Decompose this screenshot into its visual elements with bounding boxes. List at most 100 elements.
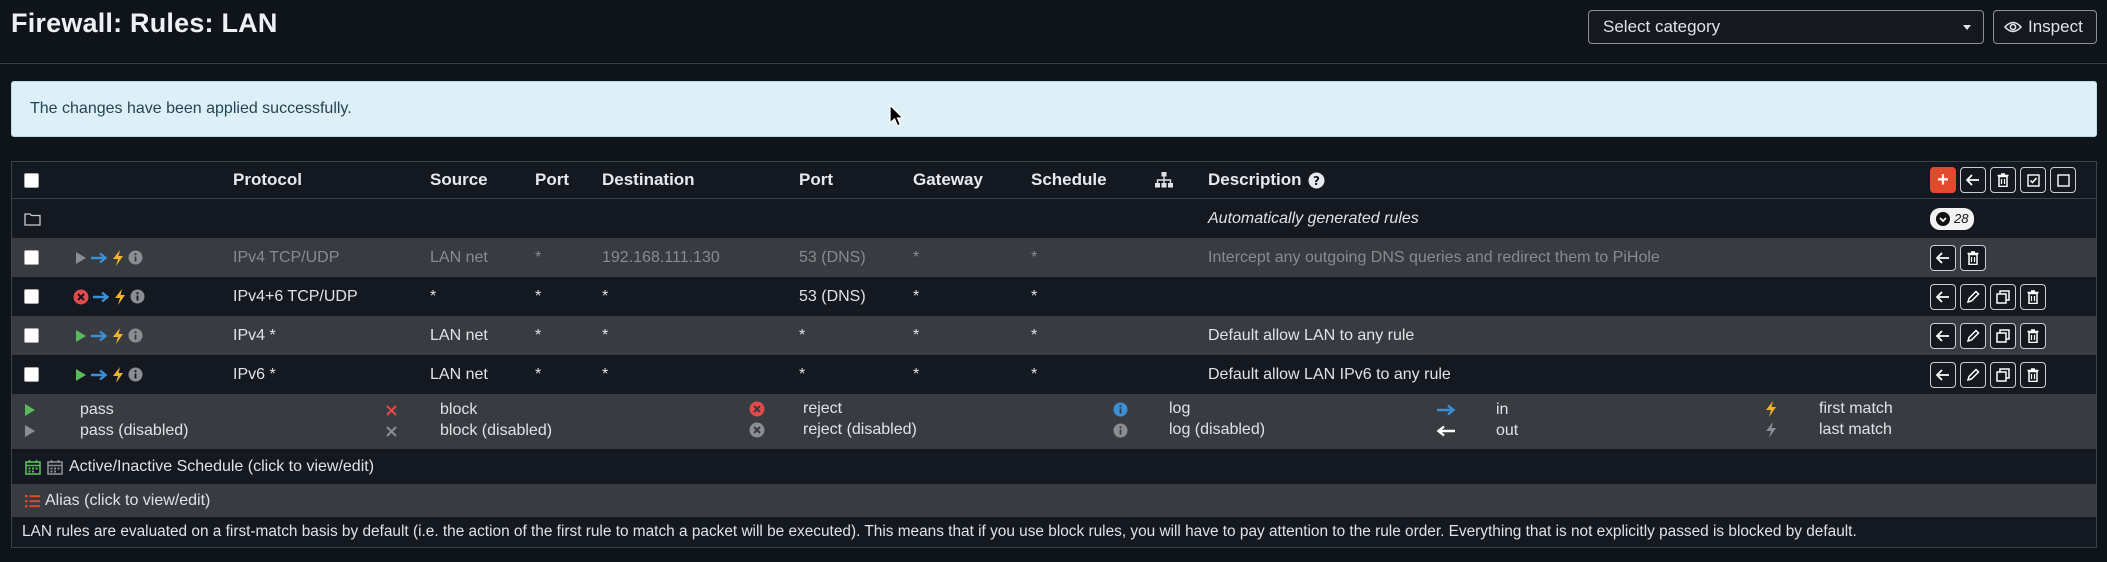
row-port: * xyxy=(535,248,542,266)
table-row[interactable]: IPv4 * LAN net * * * * * Default allow L… xyxy=(12,316,2096,355)
log-disabled-icon xyxy=(130,289,145,304)
row-delete-button[interactable] xyxy=(1960,244,1986,271)
trash-icon xyxy=(2027,367,2039,382)
table-row[interactable]: IPv6 * LAN net * * * * * Default allow L… xyxy=(12,355,2096,394)
row-edit-button[interactable] xyxy=(1960,283,1986,310)
row-gateway: * xyxy=(913,287,920,305)
trash-icon xyxy=(1997,173,2009,187)
first-match-bolt-icon xyxy=(1766,401,1776,417)
first-match-bolt-icon xyxy=(113,327,123,344)
legend-log-disabled: log (disabled) xyxy=(1169,421,1266,438)
select-all-checkbox[interactable] xyxy=(24,172,39,188)
row-checkbox[interactable] xyxy=(24,328,39,343)
row-checkbox[interactable] xyxy=(24,367,39,382)
row-checkbox[interactable] xyxy=(24,250,39,265)
inspect-label: Inspect xyxy=(2028,17,2083,36)
auto-rules-label: Automatically generated rules xyxy=(1208,209,1419,227)
row-protocol: IPv4 * xyxy=(233,326,276,344)
row-destination: * xyxy=(602,326,609,344)
arrow-left-icon xyxy=(1936,368,1949,381)
auto-rules-toggle[interactable]: 28 xyxy=(1930,207,1975,230)
row-dest-port: * xyxy=(799,326,806,344)
trash-icon xyxy=(2027,328,2039,343)
header-destination[interactable]: Destination xyxy=(602,162,695,198)
header-protocol[interactable]: Protocol xyxy=(233,162,302,198)
first-match-bolt-icon xyxy=(113,249,123,266)
row-clone-button[interactable] xyxy=(1990,361,2016,388)
row-clone-button[interactable] xyxy=(1990,283,2016,310)
chevron-down-circle-icon xyxy=(1936,211,1950,226)
auto-rules-group-row[interactable]: Automatically generated rules 28 xyxy=(12,199,2096,238)
clone-icon xyxy=(1996,367,2010,382)
row-destination: 192.168.111.130 xyxy=(602,248,720,266)
row-move-button[interactable] xyxy=(1930,283,1956,310)
table-row[interactable]: IPv4 TCP/UDP LAN net * 192.168.111.130 5… xyxy=(12,238,2096,277)
row-schedule: * xyxy=(1031,248,1038,266)
success-alert: The changes have been applied successful… xyxy=(11,81,2097,137)
row-move-button[interactable] xyxy=(1930,322,1956,349)
legend-out: out xyxy=(1496,422,1519,439)
legend-last-match: last match xyxy=(1819,421,1892,438)
row-delete-button[interactable] xyxy=(2020,322,2046,349)
category-select[interactable]: Select category xyxy=(1588,10,1984,44)
trash-icon xyxy=(1967,250,1979,265)
row-move-button[interactable] xyxy=(1930,244,1956,271)
row-edit-button[interactable] xyxy=(1960,361,1986,388)
row-gateway: * xyxy=(913,326,920,344)
arrow-left-icon xyxy=(1966,174,1979,186)
table-row[interactable]: IPv4+6 TCP/UDP * * * 53 (DNS) * * xyxy=(12,277,2096,316)
log-disabled-icon xyxy=(128,250,143,265)
row-description: Default allow LAN IPv6 to any rule xyxy=(1208,365,1451,383)
help-icon[interactable]: ? xyxy=(1308,172,1325,189)
row-checkbox[interactable] xyxy=(24,289,39,304)
network-tree-icon xyxy=(1155,172,1173,188)
pass-icon xyxy=(76,368,86,381)
legend-pass: pass xyxy=(80,401,114,418)
header-port[interactable]: Port xyxy=(535,162,569,198)
move-rules-button[interactable] xyxy=(1960,167,1986,193)
pass-icon xyxy=(25,404,35,416)
rules-info: LAN rules are evaluated on a first-match… xyxy=(12,517,2096,547)
row-delete-button[interactable] xyxy=(2020,361,2046,388)
enable-selected-button[interactable] xyxy=(2020,167,2046,193)
row-clone-button[interactable] xyxy=(1990,322,2016,349)
row-destination: * xyxy=(602,287,609,305)
clone-icon xyxy=(1996,289,2010,304)
row-port: * xyxy=(535,326,542,344)
arrow-in-icon xyxy=(93,291,110,302)
list-icon xyxy=(25,494,40,507)
add-rule-button[interactable]: + xyxy=(1930,167,1956,193)
header-dest-port[interactable]: Port xyxy=(799,162,833,198)
schedule-note: Active/Inactive Schedule (click to view/… xyxy=(12,449,2096,484)
square-icon xyxy=(2056,173,2070,187)
row-delete-button[interactable] xyxy=(2020,283,2046,310)
trash-icon xyxy=(2027,289,2039,304)
legend-in: in xyxy=(1496,401,1509,418)
disable-selected-button[interactable] xyxy=(2050,167,2076,193)
category-select-value: Select category xyxy=(1603,17,1721,36)
legend: pass pass (disabled) block block (disabl… xyxy=(12,394,2096,449)
alert-message: The changes have been applied successful… xyxy=(30,100,352,117)
row-destination: * xyxy=(602,365,609,383)
calendar-inactive-icon xyxy=(47,459,63,475)
delete-selected-button[interactable] xyxy=(1990,167,2016,193)
row-edit-button[interactable] xyxy=(1960,322,1986,349)
legend-block-disabled: block (disabled) xyxy=(440,422,553,439)
pencil-icon xyxy=(1966,328,1980,342)
folder-icon xyxy=(24,212,41,226)
legend-reject: reject xyxy=(803,400,843,417)
inspect-button[interactable]: Inspect xyxy=(1993,10,2097,44)
header-schedule[interactable]: Schedule xyxy=(1031,162,1107,198)
legend-log: log xyxy=(1169,400,1191,417)
schedule-note-text: Active/Inactive Schedule (click to view/… xyxy=(69,457,375,475)
legend-reject-disabled: reject (disabled) xyxy=(803,421,917,438)
row-move-button[interactable] xyxy=(1930,361,1956,388)
svg-text:?: ? xyxy=(1313,174,1320,188)
header-source[interactable]: Source xyxy=(430,162,488,198)
legend-pass-disabled: pass (disabled) xyxy=(80,422,189,439)
row-dest-port: 53 (DNS) xyxy=(799,248,866,266)
alias-note-text: Alias (click to view/edit) xyxy=(45,491,211,509)
header-gateway[interactable]: Gateway xyxy=(913,162,983,198)
header-description[interactable]: Description xyxy=(1208,170,1302,190)
reject-disabled-icon xyxy=(749,422,765,438)
